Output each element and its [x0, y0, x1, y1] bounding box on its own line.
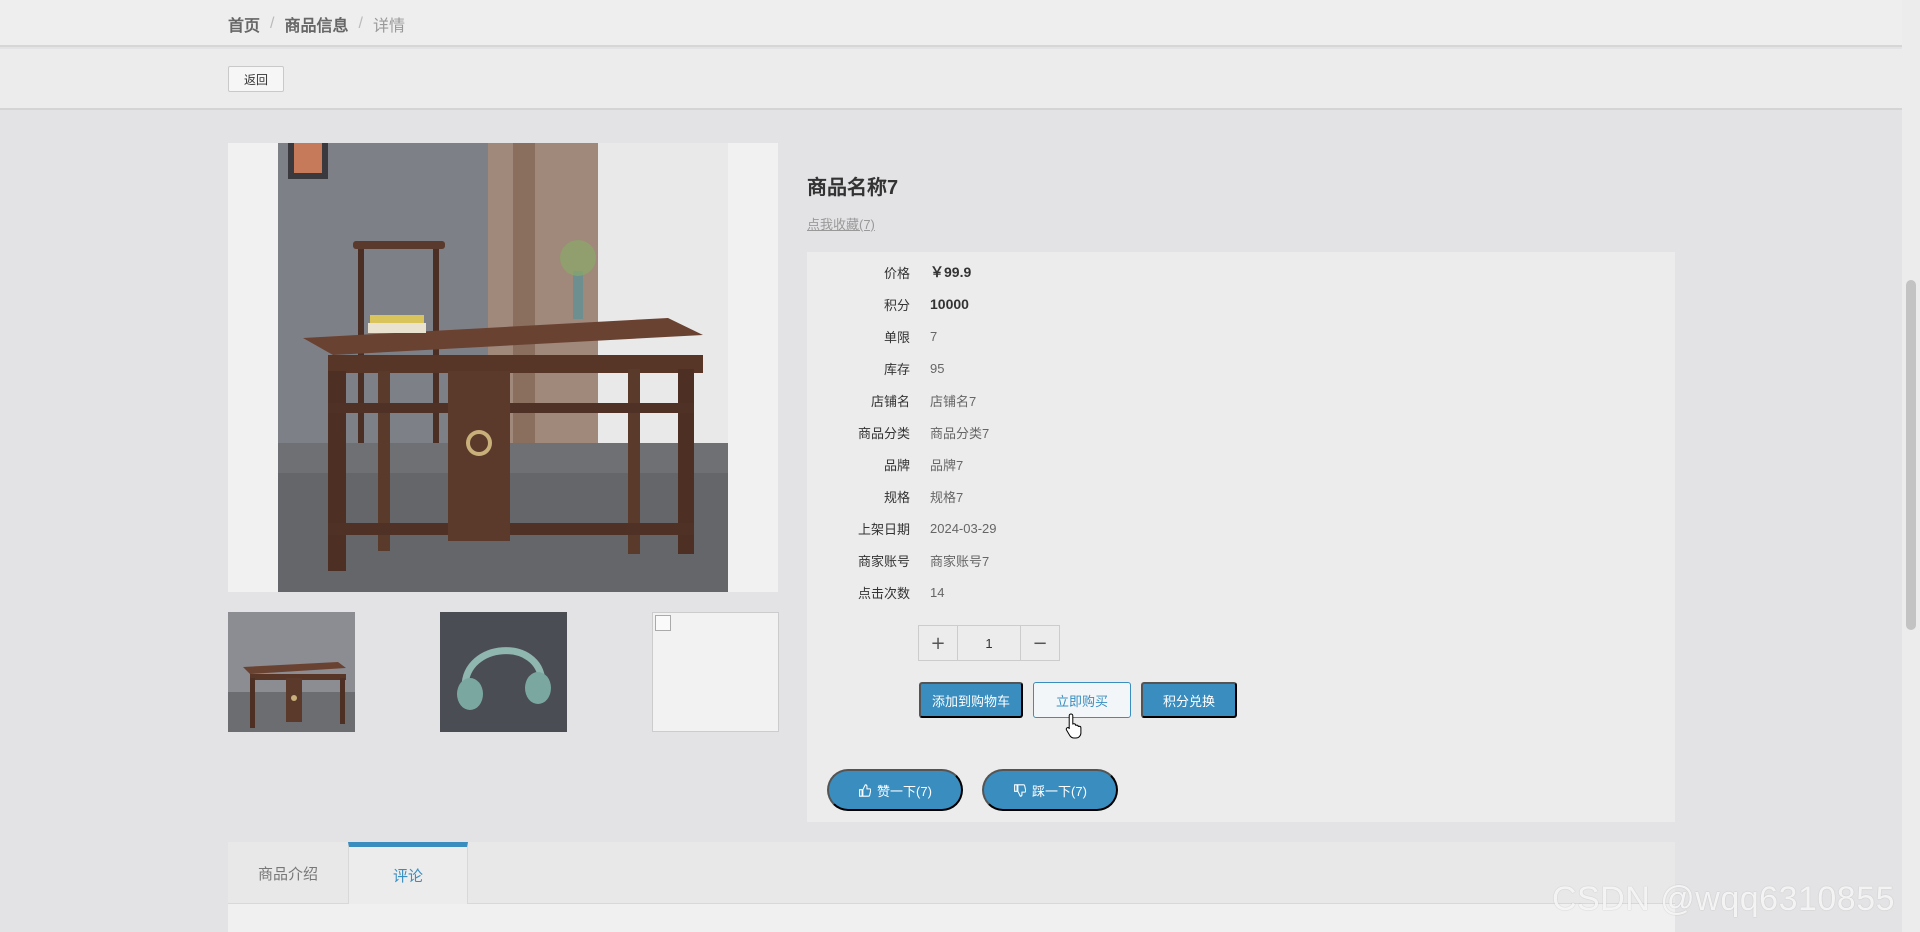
detail-label: 单限: [883, 329, 910, 345]
points-exchange-button[interactable]: 积分兑换: [1141, 682, 1237, 718]
dislike-button[interactable]: 踩一下(7): [982, 769, 1118, 811]
tab-product-intro[interactable]: 商品介绍: [228, 842, 348, 904]
detail-row-limit: 单限 7: [807, 320, 1675, 352]
detail-row-shop: 店铺名 店铺名7: [807, 384, 1675, 416]
detail-value: 规格7: [930, 489, 964, 505]
detail-row-spec: 规格 规格7: [807, 480, 1675, 512]
tab-comments[interactable]: 评论: [348, 842, 468, 904]
scrollbar-thumb[interactable]: [1906, 280, 1916, 630]
headphones-thumbnail-image: [440, 612, 567, 732]
breadcrumb-home[interactable]: 首页: [228, 12, 260, 36]
detail-label: 积分: [883, 297, 910, 313]
detail-value: 7: [930, 328, 938, 344]
detail-row-points: 积分 10000: [807, 288, 1675, 320]
detail-value: 商家账号7: [930, 553, 990, 569]
detail-label: 规格: [883, 489, 910, 505]
detail-value: 95: [930, 360, 945, 376]
like-button[interactable]: 赞一下(7): [827, 769, 963, 811]
detail-label: 品牌: [883, 457, 910, 473]
detail-row-stock: 库存 95: [807, 352, 1675, 384]
detail-value: 店铺名7: [930, 393, 977, 409]
detail-value: ￥99.9: [930, 264, 972, 280]
detail-label: 库存: [883, 361, 910, 377]
detail-row-merchant: 商家账号 商家账号7: [807, 544, 1675, 576]
thumbnail-desk[interactable]: [228, 612, 355, 732]
detail-row-category: 商品分类 商品分类7: [807, 416, 1675, 448]
product-info-panel: 价格 ￥99.9 积分 10000 单限 7 库存 95 店铺名 店铺名7 商品…: [807, 252, 1675, 822]
detail-label: 上架日期: [857, 521, 910, 537]
detail-tabs: 商品介绍 评论: [228, 842, 1675, 904]
detail-value: 14: [930, 584, 945, 600]
back-button[interactable]: 返回: [228, 66, 284, 92]
detail-value: 商品分类7: [930, 425, 990, 441]
product-title: 商品名称7: [807, 177, 899, 199]
detail-label: 价格: [883, 265, 910, 281]
quantity-minus-button[interactable]: −: [1021, 626, 1059, 660]
favorite-link[interactable]: 点我收藏(7): [807, 214, 875, 233]
thumbnail-broken-image[interactable]: [652, 612, 779, 732]
dislike-label: 踩一下(7): [1032, 783, 1087, 799]
detail-row-price: 价格 ￥99.9: [807, 256, 1675, 288]
hand-cursor-icon: [1065, 713, 1085, 744]
thumbs-up-icon: [859, 783, 872, 797]
detail-label: 商家账号: [857, 553, 910, 569]
detail-label: 店铺名: [870, 393, 910, 409]
like-label: 赞一下(7): [877, 783, 932, 799]
detail-value: 10000: [930, 296, 969, 312]
broken-image-icon: [655, 615, 671, 631]
quantity-plus-button[interactable]: +: [919, 626, 957, 660]
breadcrumb: 首页 / 商品信息 / 详情: [228, 12, 405, 36]
breadcrumb-separator: /: [270, 15, 275, 32]
detail-value: 2024-03-29: [930, 520, 997, 536]
thumbs-down-icon: [1014, 783, 1027, 797]
detail-label: 商品分类: [857, 425, 910, 441]
detail-value: 品牌7: [930, 457, 964, 473]
detail-row-clicks: 点击次数 14: [807, 576, 1675, 608]
detail-label: 点击次数: [857, 585, 910, 601]
watermark-text: CSDN @wqq6310855: [1552, 880, 1896, 918]
quantity-input[interactable]: 1: [957, 626, 1021, 660]
detail-row-listing-date: 上架日期 2024-03-29: [807, 512, 1675, 544]
desk-photo: [228, 143, 778, 592]
desk-thumbnail-image: [228, 612, 355, 732]
product-main-image: [228, 143, 778, 592]
thumbnail-headphones[interactable]: [440, 612, 567, 732]
tab-content-area: [228, 904, 1675, 932]
breadcrumb-category[interactable]: 商品信息: [284, 12, 348, 36]
breadcrumb-current: 详情: [372, 18, 405, 35]
breadcrumb-separator: /: [358, 15, 363, 32]
page-scrollbar[interactable]: [1902, 0, 1920, 932]
detail-row-brand: 品牌 品牌7: [807, 448, 1675, 480]
breadcrumb-bar: 首页 / 商品信息 / 详情: [0, 0, 1902, 47]
add-to-cart-button[interactable]: 添加到购物车: [919, 682, 1023, 718]
back-bar: 返回: [0, 49, 1902, 110]
quantity-stepper: + 1 −: [918, 625, 1060, 661]
